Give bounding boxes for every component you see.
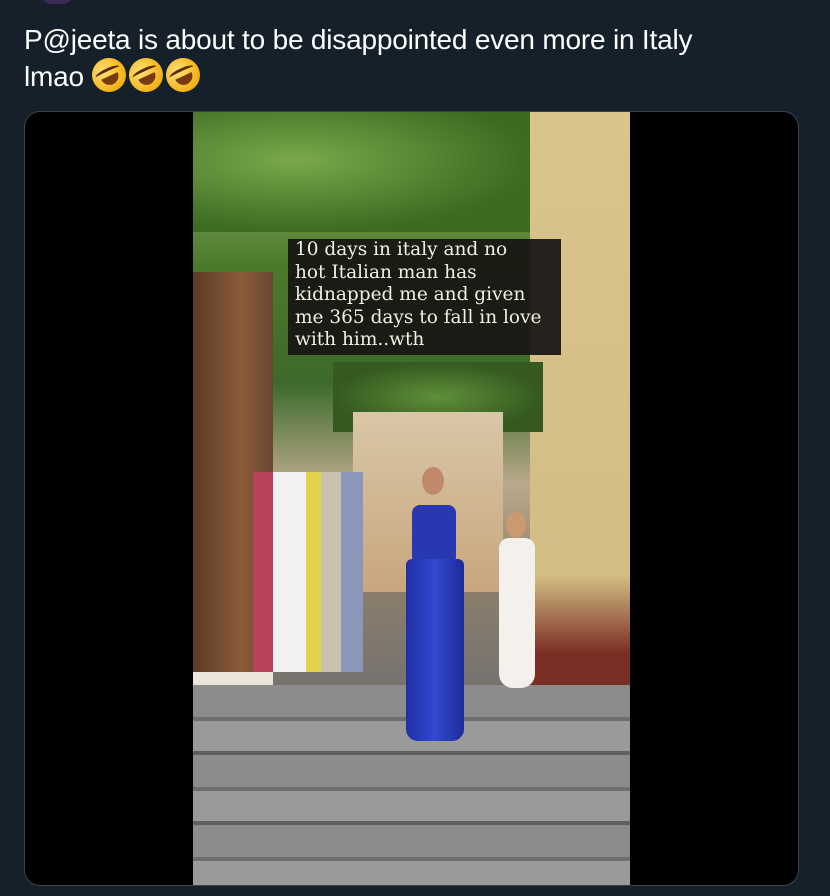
tweet-media-card[interactable]: 10 days in italy and no hot Italian man … xyxy=(24,111,799,886)
rolling-laughing-emoji-icon xyxy=(86,52,132,98)
rolling-laughing-emoji-icon xyxy=(123,52,169,98)
author-avatar[interactable] xyxy=(40,0,74,4)
video-caption-line: kidnapped me and given xyxy=(295,284,526,305)
video-caption-line: 10 days in italy and no xyxy=(295,239,508,260)
tweet-text: P@jeeta is about to be disappointed even… xyxy=(24,22,804,98)
tweet-text-line-2: lmao xyxy=(24,52,804,98)
video-caption-line: me 365 days to fall in love xyxy=(295,306,542,328)
tweet-text-line-1: P@jeeta is about to be disappointed even… xyxy=(24,24,693,55)
scene-foliage xyxy=(193,112,533,232)
scene-hanging-dresses xyxy=(253,472,363,672)
emoji-group xyxy=(86,52,206,98)
video-player[interactable]: 10 days in italy and no hot Italian man … xyxy=(193,112,630,885)
tweet-text-lmao: lmao xyxy=(24,61,84,92)
scene-woman-white-dress xyxy=(493,512,539,692)
rolling-laughing-emoji-icon xyxy=(160,52,206,98)
video-caption-overlay: 10 days in italy and no hot Italian man … xyxy=(288,239,561,355)
video-caption-line: with him..wth xyxy=(295,329,425,350)
video-caption-line: hot Italian man has xyxy=(295,261,477,283)
scene-woman-blue-dress xyxy=(398,467,470,747)
